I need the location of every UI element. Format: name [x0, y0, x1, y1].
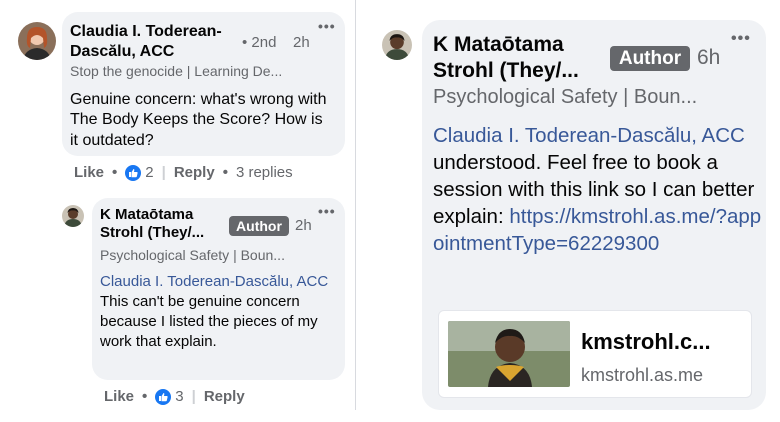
reply-body: This can't be genuine concern because I … — [100, 292, 318, 350]
reply-text: Claudia I. Toderean-Dascălu, ACC This ca… — [100, 272, 340, 352]
more-options-icon[interactable]: ••• — [731, 30, 751, 48]
reaction-count[interactable]: 3 — [155, 388, 184, 405]
thumbs-up-icon — [125, 164, 142, 181]
separator-dot: • — [112, 164, 118, 181]
reply-text: Claudia I. Toderean-Dascălu, ACC underst… — [433, 122, 763, 257]
reply-button[interactable]: Reply — [174, 164, 215, 181]
view-replies-link[interactable]: 3 replies — [236, 164, 293, 181]
reply-time[interactable]: 2h — [295, 217, 312, 234]
link-preview-domain: kmstrohl.as.me — [581, 365, 704, 385]
reply-actions: Like • 3 | Reply — [104, 388, 245, 405]
separator-bar: | — [161, 164, 166, 181]
link-preview-title[interactable]: kmstrohl.c... — [581, 329, 711, 355]
more-options-icon[interactable]: ••• — [318, 203, 336, 219]
separator-dot: • — [222, 164, 228, 181]
reaction-number: 3 — [175, 388, 184, 405]
author-badge: Author — [229, 216, 289, 236]
comment-actions: Like • 2 | Reply • 3 replies — [74, 164, 293, 181]
comment-thread-panel: Claudia I. Toderean-Dascălu, ACC • 2nd 2… — [4, 0, 356, 410]
thumbs-up-icon — [155, 388, 172, 405]
author-badge: Author — [610, 46, 690, 71]
link-preview-card[interactable]: kmstrohl.c... kmstrohl.as.me — [438, 310, 752, 398]
comment-time[interactable]: 2h — [293, 34, 310, 51]
mention-claudia[interactable]: Claudia I. Toderean-Dascălu, ACC — [100, 273, 328, 290]
link-preview-image — [448, 321, 570, 387]
avatar-strohl[interactable] — [382, 30, 412, 60]
mention-claudia[interactable]: Claudia I. Toderean-Dascălu, ACC — [433, 124, 745, 147]
more-options-icon[interactable]: ••• — [318, 18, 336, 34]
reply-author-strohl[interactable]: K Mataōtama Strohl (They/... — [433, 32, 611, 83]
like-button[interactable]: Like — [104, 388, 134, 405]
like-button[interactable]: Like — [74, 164, 104, 181]
reply-author-strohl[interactable]: K Mataōtama Strohl (They/... — [100, 206, 228, 243]
comment-text: Genuine concern: what's wrong with The B… — [70, 91, 327, 149]
author-headline: Psychological Safety | Boun... — [433, 86, 698, 108]
zoomed-reply-panel: K Mataōtama Strohl (They/... Author 6h •… — [370, 10, 780, 410]
connection-degree: • 2nd — [242, 34, 277, 51]
author-headline: Psychological Safety | Boun... — [100, 247, 285, 263]
author-headline: Stop the genocide | Learning De... — [70, 63, 283, 79]
avatar-strohl[interactable] — [62, 205, 84, 227]
reaction-number: 2 — [145, 164, 154, 181]
reply-button[interactable]: Reply — [204, 388, 245, 405]
separator-dot: • — [142, 388, 148, 405]
avatar-claudia[interactable] — [18, 22, 56, 60]
reaction-count[interactable]: 2 — [125, 164, 154, 181]
separator-bar: | — [191, 388, 196, 405]
reply-time[interactable]: 6h — [697, 46, 720, 70]
comment-author-claudia[interactable]: Claudia I. Toderean-Dascălu, ACC — [70, 22, 242, 61]
